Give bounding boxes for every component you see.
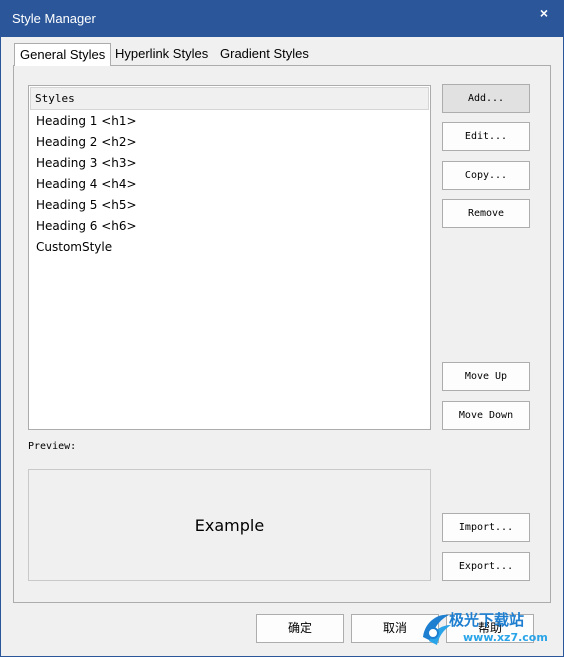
remove-button[interactable]: Remove [442, 199, 530, 228]
list-column-header[interactable]: Styles [30, 87, 429, 110]
copy-button[interactable]: Copy... [442, 161, 530, 190]
preview-box: Example [28, 469, 431, 581]
move-up-button[interactable]: Move Up [442, 362, 530, 391]
style-manager-window: Style Manager × General Styles Hyperlink… [0, 0, 564, 657]
import-button[interactable]: Import... [442, 513, 530, 542]
help-button[interactable]: 帮助 [446, 614, 534, 643]
window-title: Style Manager [12, 11, 96, 26]
preview-label: Preview: [28, 441, 77, 452]
add-button[interactable]: Add... [442, 84, 530, 113]
close-icon: × [539, 5, 549, 21]
preview-text: Example [194, 516, 265, 535]
export-button[interactable]: Export... [442, 552, 530, 581]
ok-button[interactable]: 确定 [256, 614, 344, 643]
list-item[interactable]: Heading 4 <h4> [36, 174, 137, 194]
list-item[interactable]: Heading 3 <h3> [36, 153, 137, 173]
close-button[interactable]: × [529, 2, 559, 24]
list-item[interactable]: Heading 5 <h5> [36, 195, 137, 215]
list-item[interactable]: Heading 6 <h6> [36, 216, 137, 236]
list-item[interactable]: CustomStyle [36, 237, 112, 257]
list-item[interactable]: Heading 1 <h1> [36, 111, 137, 131]
tab-hyperlink-styles[interactable]: Hyperlink Styles [110, 43, 213, 65]
styles-listbox[interactable]: Styles Heading 1 <h1> Heading 2 <h2> Hea… [28, 85, 431, 430]
tab-general-styles[interactable]: General Styles [14, 43, 112, 66]
tab-gradient-styles[interactable]: Gradient Styles [215, 43, 314, 65]
move-down-button[interactable]: Move Down [442, 401, 530, 430]
edit-button[interactable]: Edit... [442, 122, 530, 151]
title-bar[interactable]: Style Manager × [1, 1, 563, 37]
cancel-button[interactable]: 取消 [351, 614, 439, 643]
list-item[interactable]: Heading 2 <h2> [36, 132, 137, 152]
